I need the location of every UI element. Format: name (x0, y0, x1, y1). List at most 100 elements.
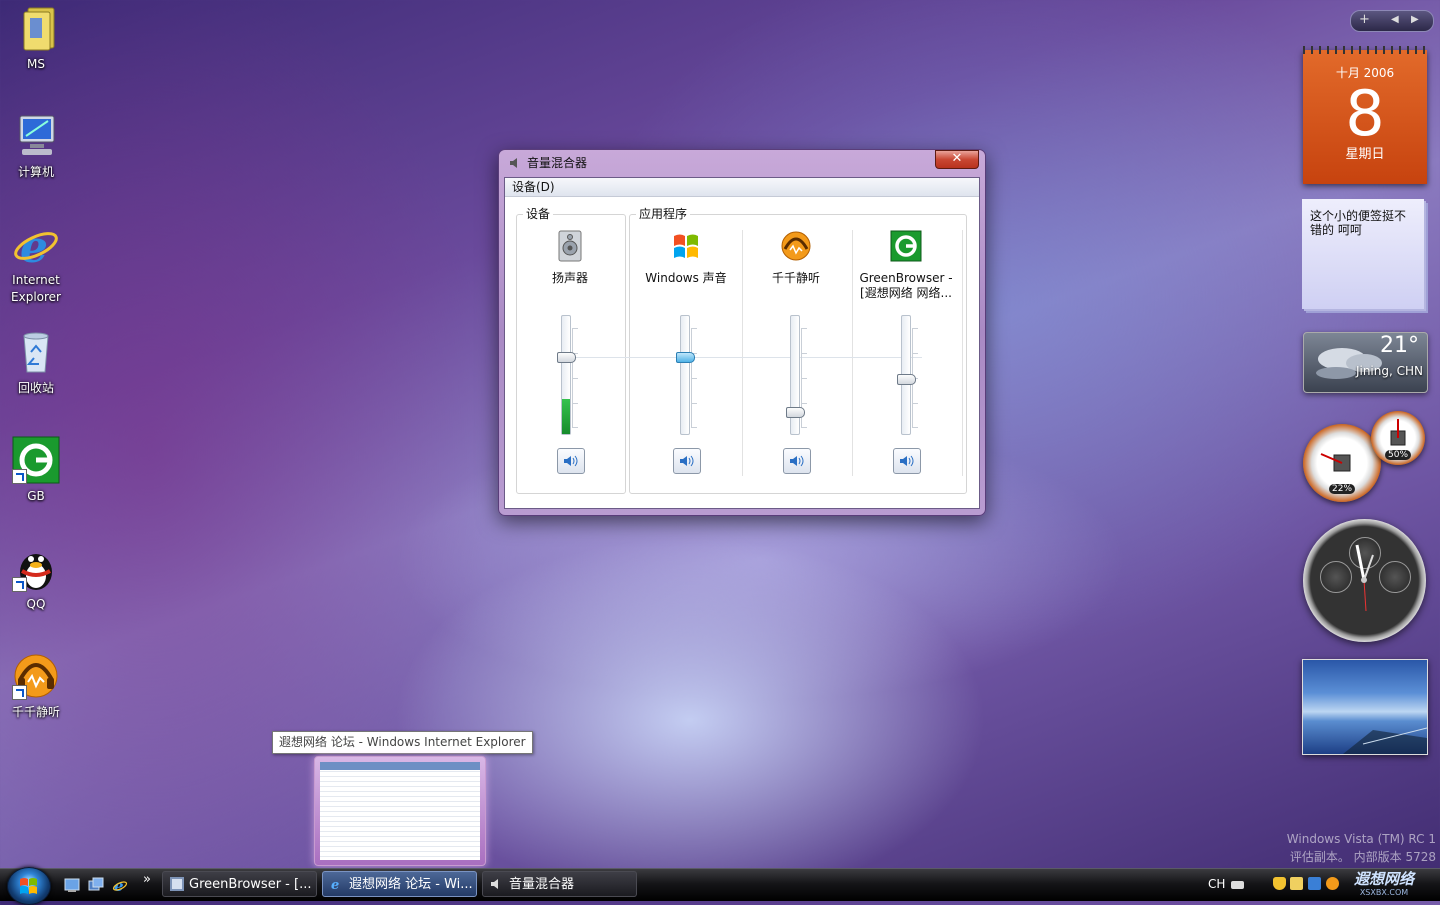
calendar-rings (1303, 46, 1427, 54)
channel-separator (962, 230, 963, 476)
menu-bar: 设备(D) (505, 178, 979, 197)
memory-value: 50% (1384, 450, 1412, 460)
svg-text:e: e (20, 222, 48, 268)
volume-slider-track[interactable] (680, 315, 690, 435)
site-logo-text: 遐想网络 (1354, 870, 1415, 888)
desktop-icon-computer[interactable]: 计算机 (0, 112, 72, 181)
channel-windows-sounds: Windows 声音 (631, 230, 741, 303)
channel-ttplayer: 千千静听 (741, 230, 851, 303)
slider-ticks (572, 328, 579, 428)
sidebar-controls: + ◀ ▶ (1350, 10, 1434, 32)
ttplayer-icon (12, 652, 60, 700)
volume-slider-track[interactable] (561, 315, 571, 435)
lock-icon[interactable] (1290, 877, 1303, 890)
notes-gadget[interactable]: 这个小的便签挺不错的 呵呵 (1302, 199, 1424, 309)
window-title: 音量混合器 (527, 156, 588, 170)
weather-city: Jining, CHN (1355, 364, 1423, 378)
window-title-bar[interactable]: 音量混合器 (509, 153, 587, 173)
security-shield-icon[interactable] (1273, 877, 1286, 890)
desktop-icon-label: MS (27, 57, 45, 71)
greenbrowser-icon (890, 230, 922, 262)
computer-icon (12, 112, 60, 160)
thumbnail-header (320, 762, 480, 770)
speaker-icon (680, 455, 694, 467)
keyboard-icon[interactable] (1231, 881, 1244, 889)
taskbar-button-label: 音量混合器 (509, 877, 575, 892)
desktop-icon-ms[interactable]: MS (0, 4, 72, 73)
mute-button[interactable] (783, 448, 811, 474)
cpu-value: 22% (1328, 484, 1356, 494)
peak-meter (562, 399, 570, 434)
site-logo-subtext: XSXBX.COM (1359, 888, 1409, 897)
desktop-icon-ttplayer[interactable]: 千千静听 (0, 652, 72, 721)
desktop-icon-label: QQ (26, 597, 46, 611)
shortcut-arrow-icon (12, 685, 27, 700)
volume-slider-thumb[interactable] (557, 351, 576, 363)
start-button[interactable] (7, 867, 51, 905)
folder-icon (12, 4, 60, 52)
calendar-weekday: 星期日 (1345, 147, 1385, 162)
desktop-icon-label: 计算机 (17, 165, 54, 179)
speaker-device-icon (558, 230, 582, 262)
internet-explorer-icon[interactable]: e (112, 877, 128, 893)
mixer-client-area: 设备(D) 设备 应用程序 扬声器 Windows 声音 千千静听 GreenB… (504, 177, 980, 509)
desktop-icon-label: 回收站 (17, 381, 54, 395)
speaker-icon (900, 455, 914, 467)
cpu-gauge: 22% (1303, 424, 1381, 502)
volume-slider-thumb[interactable] (786, 407, 805, 419)
menu-device[interactable]: 设备(D) (512, 180, 555, 194)
recycle-bin-icon (12, 328, 60, 376)
add-gadget-icon[interactable]: + (1359, 12, 1370, 27)
channel-greenbrowser: GreenBrowser - [遐想网络 网络... (851, 230, 961, 303)
shortcut-arrow-icon (12, 577, 27, 592)
taskbar-window-thumbnail[interactable] (314, 756, 486, 866)
clock-hands-icon (1355, 544, 1374, 612)
speaker-icon (510, 158, 517, 168)
watermark-line: 评估副本。 内部版本 5728 (1289, 850, 1436, 864)
desktop-icon-greenbrowser[interactable]: GB (0, 436, 72, 505)
desktop-icon-label: 千千静听 (11, 705, 60, 719)
internet-explorer-icon: e (331, 878, 339, 891)
volume-mixer-window: 音量混合器 ✕ 设备(D) 设备 应用程序 扬声器 Windows 声音 千千静… (498, 149, 986, 516)
device-group-title: 设备 (523, 207, 554, 221)
channel-name: 千千静听 (771, 271, 820, 285)
speaker-icon (491, 879, 498, 889)
previous-icon[interactable]: ◀ (1391, 14, 1399, 25)
volume-reference-line (560, 357, 922, 358)
calendar-gadget[interactable]: 十月 2006 8 星期日 (1303, 46, 1427, 184)
desktop-icon-recycle-bin[interactable]: 回收站 (0, 328, 72, 397)
next-icon[interactable]: ▶ (1411, 14, 1419, 25)
clock-gadget[interactable] (1303, 519, 1426, 642)
note-text: 这个小的便签挺不错的 呵呵 (1310, 209, 1407, 237)
watermark-line: Windows Vista (TM) RC 1 (1286, 832, 1436, 846)
mute-button[interactable] (557, 448, 585, 474)
desktop-icon-ie[interactable]: e Internet Explorer (0, 220, 72, 306)
shortcut-arrow-icon (12, 469, 27, 484)
language-indicator[interactable]: CH (1208, 869, 1225, 899)
site-logo: 遐想网络 XSXBX.COM (1354, 870, 1414, 898)
taskbar-tooltip: 遐想网络 论坛 - Windows Internet Explorer (272, 731, 533, 754)
applications-group-title: 应用程序 (636, 207, 691, 221)
slideshow-gadget[interactable] (1302, 659, 1428, 755)
taskbar-button-volume-mixer[interactable]: 音量混合器 (482, 871, 637, 897)
mute-button[interactable] (673, 448, 701, 474)
network-icon[interactable] (1308, 877, 1321, 890)
show-desktop-icon[interactable] (64, 877, 80, 893)
quick-launch-overflow[interactable]: » (143, 872, 151, 887)
taskbar-button-ie[interactable]: e 遐想网络 论坛 - Wi... (322, 871, 477, 897)
taskbar-button-label: GreenBrowser - [... (189, 877, 312, 892)
qq-penguin-icon (12, 544, 60, 592)
volume-slider-thumb[interactable] (676, 351, 695, 363)
weather-gadget[interactable]: 21° Jining, CHN (1303, 332, 1428, 393)
taskbar-button-greenbrowser[interactable]: GreenBrowser - [... (162, 871, 317, 897)
close-button[interactable]: ✕ (935, 150, 979, 169)
mute-button[interactable] (893, 448, 921, 474)
weather-temperature: 21° (1380, 333, 1419, 358)
desktop-icon-qq[interactable]: QQ (0, 544, 72, 613)
build-watermark: Windows Vista (TM) RC 1 评估副本。 内部版本 5728 (1287, 830, 1436, 866)
switch-windows-icon[interactable] (88, 877, 104, 893)
desktop-icon-label: GB (27, 489, 45, 503)
taskbar-button-label: 遐想网络 论坛 - Wi... (349, 877, 473, 892)
volume-tray-icon[interactable] (1326, 877, 1339, 890)
volume-slider-thumb[interactable] (897, 374, 916, 386)
